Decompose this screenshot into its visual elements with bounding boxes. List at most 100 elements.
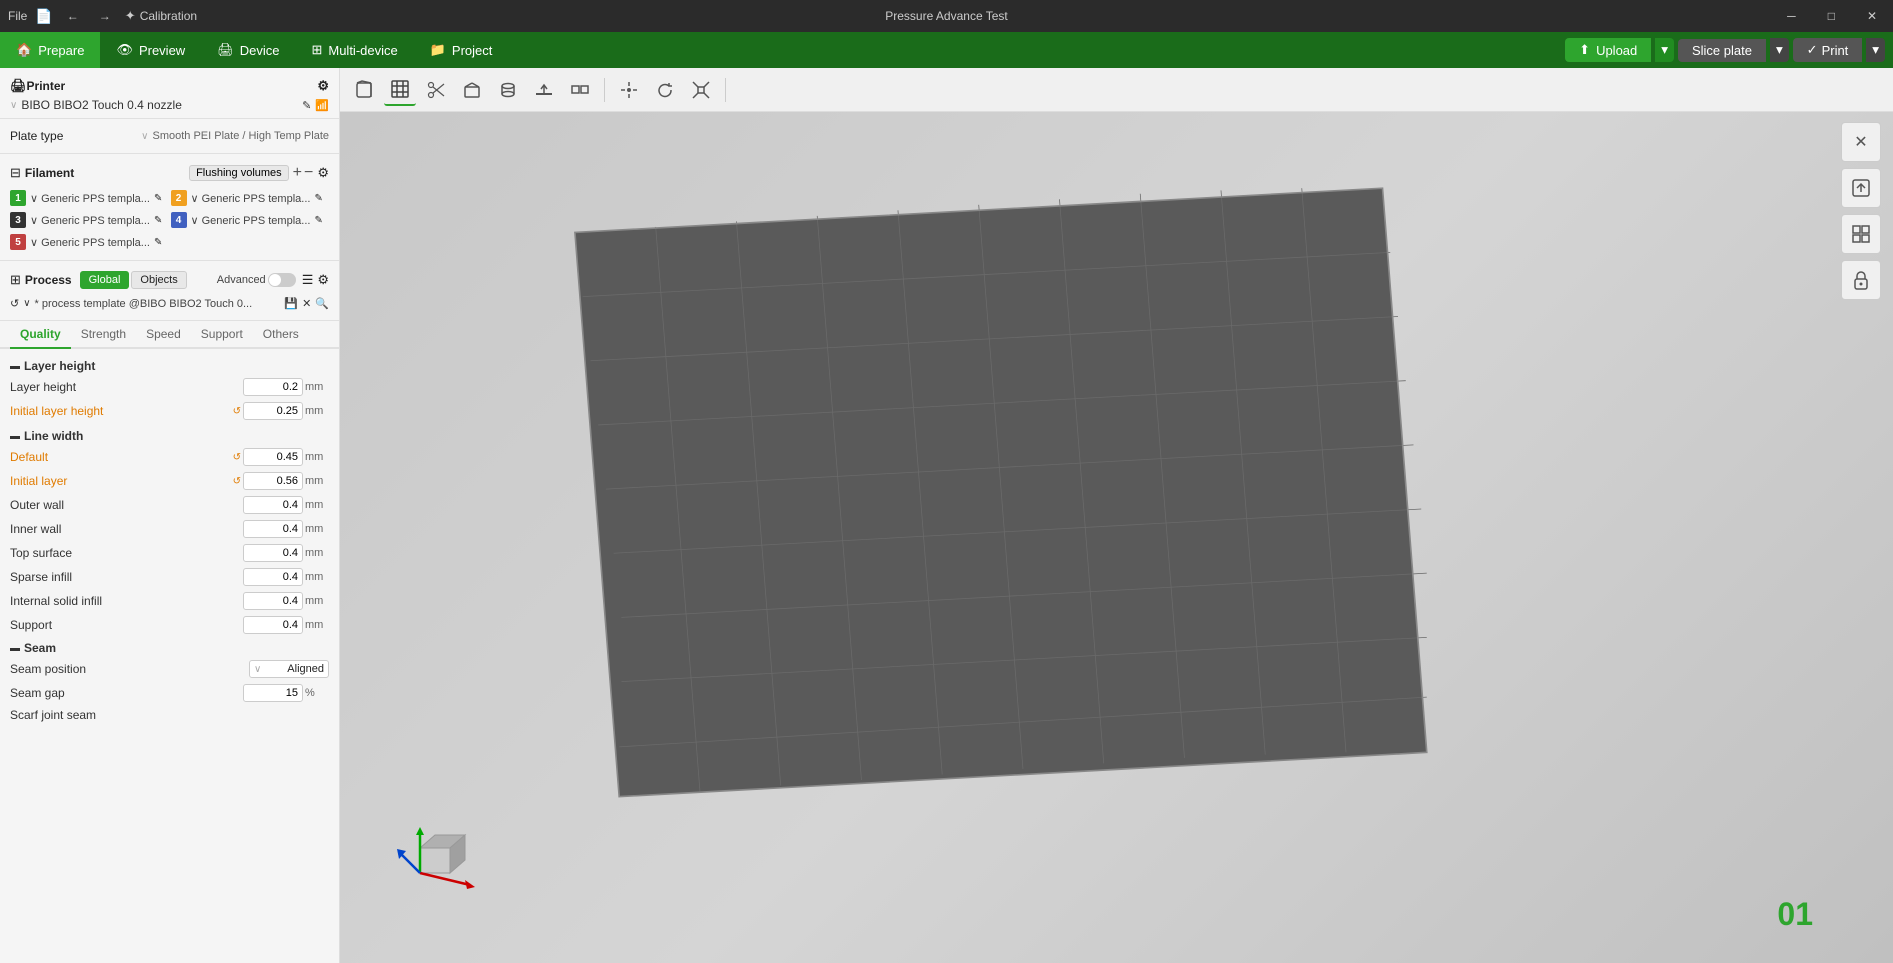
more-btn[interactable] xyxy=(564,74,596,106)
process-gear-icon[interactable]: ⚙ xyxy=(317,272,329,288)
input-seam-gap[interactable] xyxy=(243,684,303,702)
process-list-icon[interactable]: ☰ xyxy=(302,272,314,288)
viewport[interactable]: ✕ xyxy=(340,112,1893,963)
gear-icon[interactable]: ⚙ xyxy=(317,78,329,94)
plate-type-value[interactable]: ∨ Smooth PEI Plate / High Temp Plate xyxy=(141,130,329,142)
edit-filament-2-icon[interactable]: ✎ xyxy=(314,193,322,204)
title-bar: File 📄 ← → ✦ Calibration Pressure Advanc… xyxy=(0,0,1893,32)
tab-multidevice[interactable]: ⊞ Multi-device xyxy=(295,32,413,68)
file-menu[interactable]: File xyxy=(8,9,27,23)
tab-strength[interactable]: Strength xyxy=(71,321,136,349)
input-default[interactable] xyxy=(243,448,303,466)
flushing-volumes-btn[interactable]: Flushing volumes xyxy=(189,165,289,181)
filament-gear-icon[interactable]: ⚙ xyxy=(317,165,329,181)
plate-type-section: Plate type ∨ Smooth PEI Plate / High Tem… xyxy=(0,119,339,154)
slice-dropdown-btn[interactable]: ▾ xyxy=(1770,38,1789,62)
input-layer-height[interactable] xyxy=(243,378,303,396)
tab-others[interactable]: Others xyxy=(253,321,309,349)
layout-vp-btn[interactable] xyxy=(1841,214,1881,254)
input-inner-wall[interactable] xyxy=(243,520,303,538)
group-collapse-seam-icon[interactable]: ▬ xyxy=(10,643,20,654)
value-seam-gap: % xyxy=(243,684,329,702)
advanced-toggle[interactable] xyxy=(268,273,296,287)
upload-button[interactable]: ⬆ Upload xyxy=(1565,38,1651,62)
input-top-surface[interactable] xyxy=(243,544,303,562)
undo-btn[interactable]: ← xyxy=(61,7,85,25)
row-seam-position: Seam position ∨ Aligned xyxy=(10,657,329,681)
advanced-btn[interactable]: Advanced xyxy=(217,273,296,287)
edit-filament-3-icon[interactable]: ✎ xyxy=(154,215,162,226)
tab-project[interactable]: 📁 Project xyxy=(414,32,509,68)
process-tab-global[interactable]: Global xyxy=(80,271,130,289)
tab-project-label: Project xyxy=(452,43,492,58)
tab-preview[interactable]: 👁 Preview xyxy=(100,32,201,68)
input-initial-layer[interactable] xyxy=(243,472,303,490)
reset-initial-layer-height-icon[interactable]: ↺ xyxy=(233,406,241,417)
upload-dropdown-btn[interactable]: ▾ xyxy=(1655,38,1674,62)
canvas-area: ✕ xyxy=(340,68,1893,963)
filament-num-5: 5 xyxy=(10,234,26,250)
cut-btn[interactable] xyxy=(420,74,452,106)
dropdown-seam-position[interactable]: ∨ Aligned xyxy=(249,660,329,678)
flatten-btn[interactable] xyxy=(528,74,560,106)
cylinder-btn[interactable] xyxy=(492,74,524,106)
tab-quality[interactable]: Quality xyxy=(10,321,71,349)
filament-item-5[interactable]: 5 ∨ Generic PPS templa... ✎ xyxy=(10,232,169,252)
3d-view-btn[interactable] xyxy=(348,74,380,106)
expand-process-icon[interactable]: ∨ xyxy=(23,298,30,309)
rotate-btn[interactable] xyxy=(649,74,681,106)
tab-device[interactable]: 🖨 Device xyxy=(201,32,295,68)
edit-filament-5-icon[interactable]: ✎ xyxy=(154,237,162,248)
filament-item-4[interactable]: 4 ∨ Generic PPS templa... ✎ xyxy=(171,210,330,230)
tab-support[interactable]: Support xyxy=(191,321,253,349)
filament-item-3[interactable]: 3 ∨ Generic PPS templa... ✎ xyxy=(10,210,169,230)
redo-btn[interactable]: → xyxy=(93,7,117,25)
close-process-icon[interactable]: ✕ xyxy=(302,297,311,310)
wifi-icon[interactable]: 📶 xyxy=(315,99,329,112)
process-tab-objects[interactable]: Objects xyxy=(131,271,186,289)
close-viewport-btn[interactable]: ✕ xyxy=(1841,122,1881,162)
shape-btn[interactable] xyxy=(456,74,488,106)
reset-initial-layer-icon[interactable]: ↺ xyxy=(233,476,241,487)
group-collapse-line-width-icon[interactable]: ▬ xyxy=(10,431,20,442)
edit-printer-icon[interactable]: ✎ xyxy=(302,99,311,112)
close-btn[interactable]: ✕ xyxy=(1859,7,1885,25)
add-filament-btn[interactable]: + xyxy=(293,164,302,182)
group-collapse-icon[interactable]: ▬ xyxy=(10,361,20,372)
save-process-icon[interactable]: 💾 xyxy=(284,297,298,310)
lock-vp-btn[interactable] xyxy=(1841,260,1881,300)
edit-filament-4-icon[interactable]: ✎ xyxy=(314,215,322,226)
tab-prepare[interactable]: 🏠 Prepare xyxy=(0,32,100,68)
printer-section: 🖨 Printer ⚙ ∨ BIBO BIBO2 Touch 0.4 nozzl… xyxy=(0,68,339,119)
row-scarf-joint-seam: Scarf joint seam xyxy=(10,705,329,725)
input-outer-wall[interactable] xyxy=(243,496,303,514)
print-dropdown-btn[interactable]: ▾ xyxy=(1866,38,1885,62)
unit-support: mm xyxy=(305,619,329,631)
label-seam-gap: Seam gap xyxy=(10,686,243,700)
unit-inner-wall: mm xyxy=(305,523,329,535)
process-label: Process xyxy=(25,273,72,287)
edit-filament-1-icon[interactable]: ✎ xyxy=(154,193,162,204)
reset-default-icon[interactable]: ↺ xyxy=(233,452,241,463)
slice-plate-button[interactable]: Slice plate xyxy=(1678,39,1766,62)
minimize-btn[interactable]: ─ xyxy=(1779,7,1804,25)
maximize-btn[interactable]: □ xyxy=(1820,7,1843,25)
remove-filament-btn[interactable]: − xyxy=(304,164,313,182)
input-initial-layer-height[interactable] xyxy=(243,402,303,420)
tab-speed[interactable]: Speed xyxy=(136,321,191,349)
input-sparse-infill[interactable] xyxy=(243,568,303,586)
scale-btn[interactable] xyxy=(685,74,717,106)
print-button[interactable]: ✓ Print xyxy=(1793,38,1863,62)
window-title: Pressure Advance Test xyxy=(885,9,1008,23)
search-process-icon[interactable]: 🔍 xyxy=(315,297,329,310)
auto-orient-vp-btn[interactable] xyxy=(1841,168,1881,208)
filament-header: ⊟ Filament Flushing volumes + − ⚙ xyxy=(10,160,329,186)
undo-process-icon[interactable]: ↺ xyxy=(10,297,19,310)
grid-view-btn[interactable] xyxy=(384,74,416,106)
input-internal-solid-infill[interactable] xyxy=(243,592,303,610)
input-support[interactable] xyxy=(243,616,303,634)
filament-item-2[interactable]: 2 ∨ Generic PPS templa... ✎ xyxy=(171,188,330,208)
filament-item-1[interactable]: 1 ∨ Generic PPS templa... ✎ xyxy=(10,188,169,208)
filament-num-2: 2 xyxy=(171,190,187,206)
move-btn[interactable] xyxy=(613,74,645,106)
